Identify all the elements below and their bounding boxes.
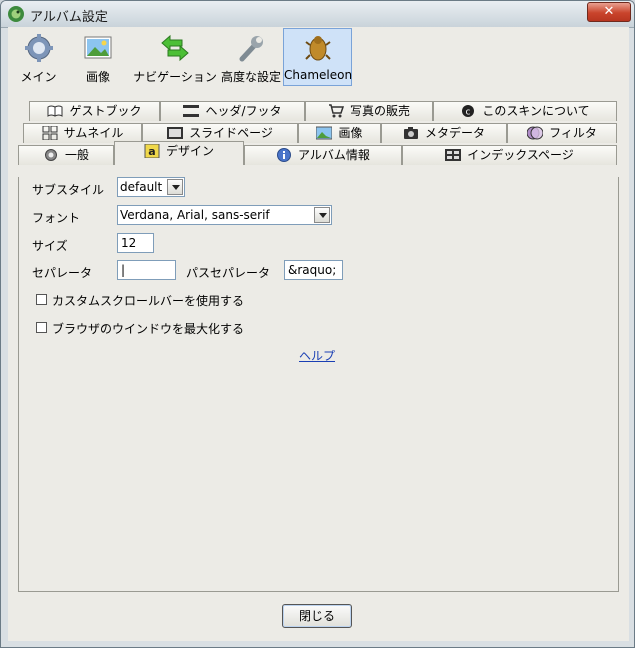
settings-window: アルバム設定 ✕ メイン 画像 ナビゲーション 高度な設定 Chameleon … xyxy=(0,0,635,648)
tab-design[interactable]: a デザイン xyxy=(114,141,244,165)
slide-icon xyxy=(167,126,184,139)
window-close-button[interactable]: ✕ xyxy=(587,2,631,22)
cart-icon xyxy=(328,103,344,117)
path-separator-input[interactable]: &raquo; xyxy=(284,260,343,280)
close-button[interactable]: 閉じる xyxy=(282,604,352,628)
category-toolbar: メイン 画像 ナビゲーション 高度な設定 Chameleon xyxy=(8,27,629,87)
tab-index-page-label: インデックスページ xyxy=(467,148,574,162)
tab-index-page[interactable]: インデックスページ xyxy=(402,145,617,165)
image-small-icon xyxy=(316,126,333,139)
tab-thumbnails[interactable]: サムネイル xyxy=(23,123,142,143)
wrench-icon xyxy=(239,36,263,62)
tab-header-footer[interactable]: ヘッダ/フッタ xyxy=(160,101,305,121)
tab-guestbook[interactable]: ゲストブック xyxy=(29,101,160,121)
separator-label: セパレータ xyxy=(32,266,93,280)
toolbar-main-label: メイン xyxy=(20,70,57,84)
dialog-content: メイン 画像 ナビゲーション 高度な設定 Chameleon ゲストブック ヘッ… xyxy=(8,27,629,641)
arrows-icon xyxy=(161,34,189,62)
toolbar-image-label: 画像 xyxy=(85,70,110,84)
image-icon xyxy=(84,36,112,59)
tab-metadata[interactable]: メタデータ xyxy=(381,123,507,143)
toolbar-chameleon-label: Chameleon xyxy=(284,68,353,82)
separator-input[interactable]: | xyxy=(117,260,176,280)
svg-text:c: c xyxy=(466,107,471,117)
tab-guestbook-label: ゲストブック xyxy=(69,104,142,118)
chevron-down-icon[interactable] xyxy=(314,207,330,223)
tab-album-info[interactable]: アルバム情報 xyxy=(244,145,402,165)
camera-icon xyxy=(403,126,418,139)
substyle-value: default xyxy=(120,180,163,194)
toolbar-chameleon-button[interactable]: Chameleon xyxy=(283,28,352,86)
toolbar-navigation-button[interactable]: ナビゲーション xyxy=(130,29,220,85)
size-input[interactable]: 12 xyxy=(117,233,154,253)
help-link[interactable]: ヘルプ xyxy=(299,347,335,364)
info-icon xyxy=(277,147,292,162)
tab-filter-label: フィルタ xyxy=(549,126,597,140)
gear-small-icon xyxy=(44,148,57,161)
toolbar-navigation-label: ナビゲーション xyxy=(133,70,217,84)
substyle-label: サブスタイル xyxy=(32,183,105,197)
tab-header-footer-label: ヘッダ/フッタ xyxy=(205,104,282,118)
toolbar-main-button[interactable]: メイン xyxy=(11,29,66,85)
path-separator-label: パスセパレータ xyxy=(186,266,271,280)
index-icon xyxy=(445,148,462,161)
app-icon xyxy=(8,6,24,22)
substyle-select[interactable]: default xyxy=(117,177,185,197)
tab-about-skin[interactable]: c このスキンについて xyxy=(433,101,617,121)
toolbar-advanced-button[interactable]: 高度な設定 xyxy=(220,29,282,85)
toolbar-advanced-label: 高度な設定 xyxy=(220,70,281,84)
chameleon-icon xyxy=(304,36,331,61)
size-label: サイズ xyxy=(32,239,68,253)
font-label: フォント xyxy=(32,211,81,225)
maximize-window-label[interactable]: ブラウザのウインドウを最大化する xyxy=(52,320,244,337)
custom-scrollbar-label[interactable]: カスタムスクロールバーを使用する xyxy=(52,292,244,309)
tab-general-label: 一般 xyxy=(64,148,89,162)
svg-text:a: a xyxy=(148,145,155,158)
tab-thumbnails-label: サムネイル xyxy=(63,126,124,140)
tab-slide-page[interactable]: スライドページ xyxy=(142,123,298,143)
tab-design-label: デザイン xyxy=(165,144,214,158)
font-value: Verdana, Arial, sans-serif xyxy=(120,208,270,222)
maximize-window-checkbox[interactable] xyxy=(36,322,47,333)
tab-general[interactable]: 一般 xyxy=(18,145,114,165)
tab-slide-page-label: スライドページ xyxy=(189,126,273,140)
tab-image[interactable]: 画像 xyxy=(298,123,381,143)
toolbar-image-button[interactable]: 画像 xyxy=(68,29,128,85)
copyright-icon: c xyxy=(462,104,475,117)
font-select[interactable]: Verdana, Arial, sans-serif xyxy=(117,205,332,225)
tab-filter[interactable]: フィルタ xyxy=(507,123,617,143)
design-icon: a xyxy=(144,143,160,158)
design-panel: サブスタイル default フォント Verdana, Arial, sans… xyxy=(18,177,619,592)
tab-metadata-label: メタデータ xyxy=(424,126,485,140)
header-footer-icon xyxy=(183,104,200,117)
thumbnails-icon xyxy=(42,125,58,140)
custom-scrollbar-checkbox[interactable] xyxy=(36,294,47,305)
tab-photo-sales[interactable]: 写真の販売 xyxy=(305,101,433,121)
chevron-down-icon[interactable] xyxy=(167,179,183,195)
tab-album-info-label: アルバム情報 xyxy=(298,148,370,162)
tab-image-label: 画像 xyxy=(338,126,363,140)
tab-about-skin-label: このスキンについて xyxy=(482,104,590,118)
tab-photo-sales-label: 写真の販売 xyxy=(349,104,410,118)
window-title: アルバム設定 xyxy=(30,10,108,25)
gear-icon xyxy=(24,34,53,62)
title-bar[interactable]: アルバム設定 ✕ xyxy=(1,1,634,28)
filter-icon xyxy=(527,126,544,139)
book-icon xyxy=(47,105,63,117)
